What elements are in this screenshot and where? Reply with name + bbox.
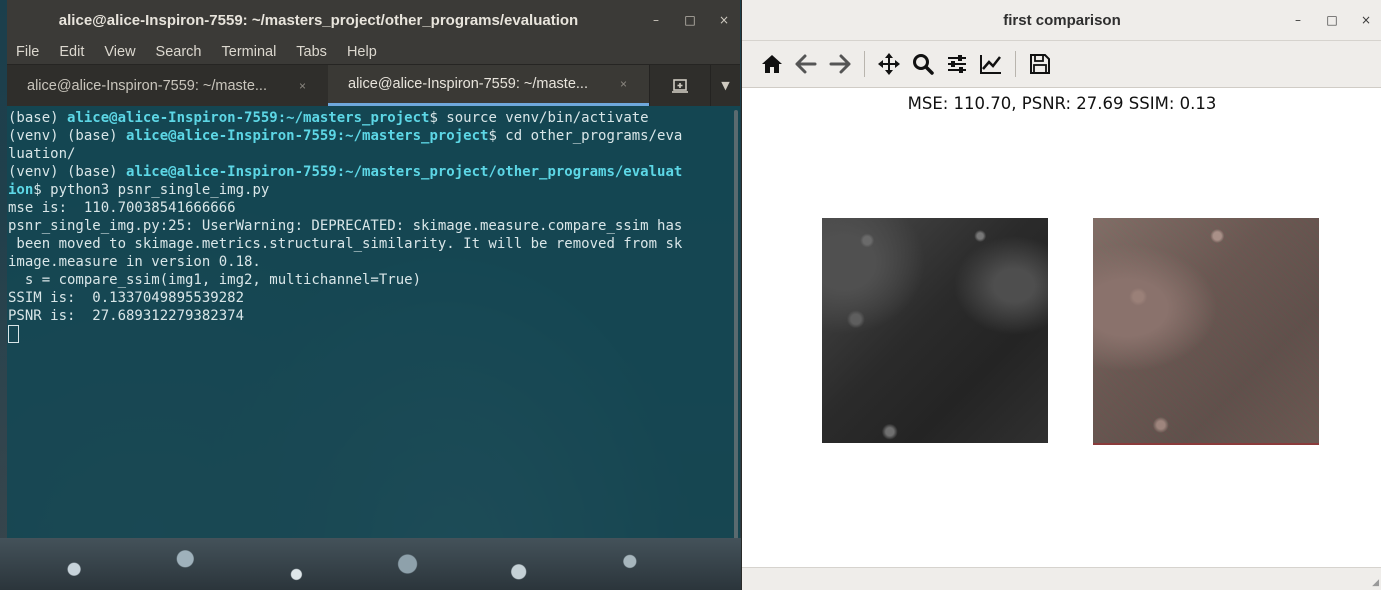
close-button[interactable]: × [714,10,734,30]
terminal-tab-2[interactable]: alice@alice-Inspiron-7559: ~/maste... × [328,65,649,106]
save-icon[interactable] [1026,50,1054,78]
figure-toolbar [742,41,1381,88]
terminal-titlebar[interactable]: alice@alice-Inspiron-7559: ~/masters_pro… [7,0,740,40]
terminal-line: ion$ python3 psnr_single_img.py [8,182,270,198]
figure-title: first comparison [1003,11,1121,29]
terminal-scrollbar[interactable] [734,110,738,538]
tab-close-icon[interactable]: × [620,77,627,91]
terminal-line: (venv) (base) alice@alice-Inspiron-7559:… [8,128,683,144]
terminal-line: (venv) (base) alice@alice-Inspiron-7559:… [8,164,683,180]
figure-titlebar[interactable]: first comparison – □ × [742,0,1381,41]
terminal-line: luation/ [8,146,76,162]
tab-close-icon[interactable]: × [299,79,306,93]
terminal-output[interactable]: (base) alice@alice-Inspiron-7559:~/maste… [7,106,740,538]
menu-search[interactable]: Search [156,44,202,60]
pan-icon[interactable] [875,50,903,78]
original-image [822,218,1048,443]
terminal-line: image.measure in version 0.18. [8,254,261,270]
wallpaper-rocks [0,538,741,590]
terminal-line: psnr_single_img.py:25: UserWarning: DEPR… [8,218,683,234]
terminal-line: PSNR is: 27.689312279382374 [8,308,245,324]
terminal-title: alice@alice-Inspiron-7559: ~/masters_pro… [58,11,579,29]
figure-window-controls: – □ × [1288,0,1376,40]
terminal-tab-1[interactable]: alice@alice-Inspiron-7559: ~/maste... × [7,65,328,106]
forward-arrow-icon[interactable] [826,50,854,78]
terminal-line: (base) alice@alice-Inspiron-7559:~/maste… [8,110,649,126]
chevron-down-icon: ▼ [721,79,730,92]
figure-heading: MSE: 110.70, PSNR: 27.69 SSIM: 0.13 [907,94,1217,113]
resize-grip-icon[interactable]: ◢ [1372,578,1379,588]
menu-edit[interactable]: Edit [59,44,84,60]
back-arrow-icon[interactable] [792,50,820,78]
close-button[interactable]: × [1356,10,1376,30]
figure-window: first comparison – □ × MSE: 110.70, PSNR… [741,0,1381,590]
menu-help[interactable]: Help [347,44,377,60]
tab-label: alice@alice-Inspiron-7559: ~/maste... [27,77,267,94]
reconstructed-image [1093,218,1319,445]
menu-file[interactable]: File [16,44,39,60]
home-icon[interactable] [758,50,786,78]
new-tab-icon [672,78,688,93]
tab-label: alice@alice-Inspiron-7559: ~/maste... [348,76,588,92]
zoom-icon[interactable] [909,50,937,78]
menu-tabs[interactable]: Tabs [296,44,327,60]
terminal-window-controls: – □ × [646,0,734,40]
figure-statusbar: ◢ [742,567,1381,590]
maximize-button[interactable]: □ [1322,10,1342,30]
terminal-cursor-line [8,325,740,343]
terminal-window: alice@alice-Inspiron-7559: ~/masters_pro… [7,0,740,538]
terminal-line: been moved to skimage.metrics.structural… [8,236,683,252]
edit-axis-icon[interactable] [977,50,1005,78]
figure-canvas[interactable]: MSE: 110.70, PSNR: 27.69 SSIM: 0.13 [742,88,1381,567]
terminal-tab-bar: alice@alice-Inspiron-7559: ~/maste... × … [7,64,740,106]
text-cursor [8,325,19,343]
terminal-line: s = compare_ssim(img1, img2, multichanne… [8,272,422,288]
minimize-button[interactable]: – [646,10,666,30]
toolbar-separator [864,51,865,77]
configure-subplots-icon[interactable] [943,50,971,78]
new-tab-button[interactable] [649,65,710,106]
menu-view[interactable]: View [104,44,135,60]
tab-menu-button[interactable]: ▼ [710,65,740,106]
menu-terminal[interactable]: Terminal [222,44,277,60]
terminal-line: mse is: 110.70038541666666 [8,200,236,216]
terminal-menubar: File Edit View Search Terminal Tabs Help [7,40,740,64]
terminal-line: SSIM is: 0.1337049895539282 [8,290,245,306]
maximize-button[interactable]: □ [680,10,700,30]
minimize-button[interactable]: – [1288,10,1308,30]
toolbar-separator [1015,51,1016,77]
